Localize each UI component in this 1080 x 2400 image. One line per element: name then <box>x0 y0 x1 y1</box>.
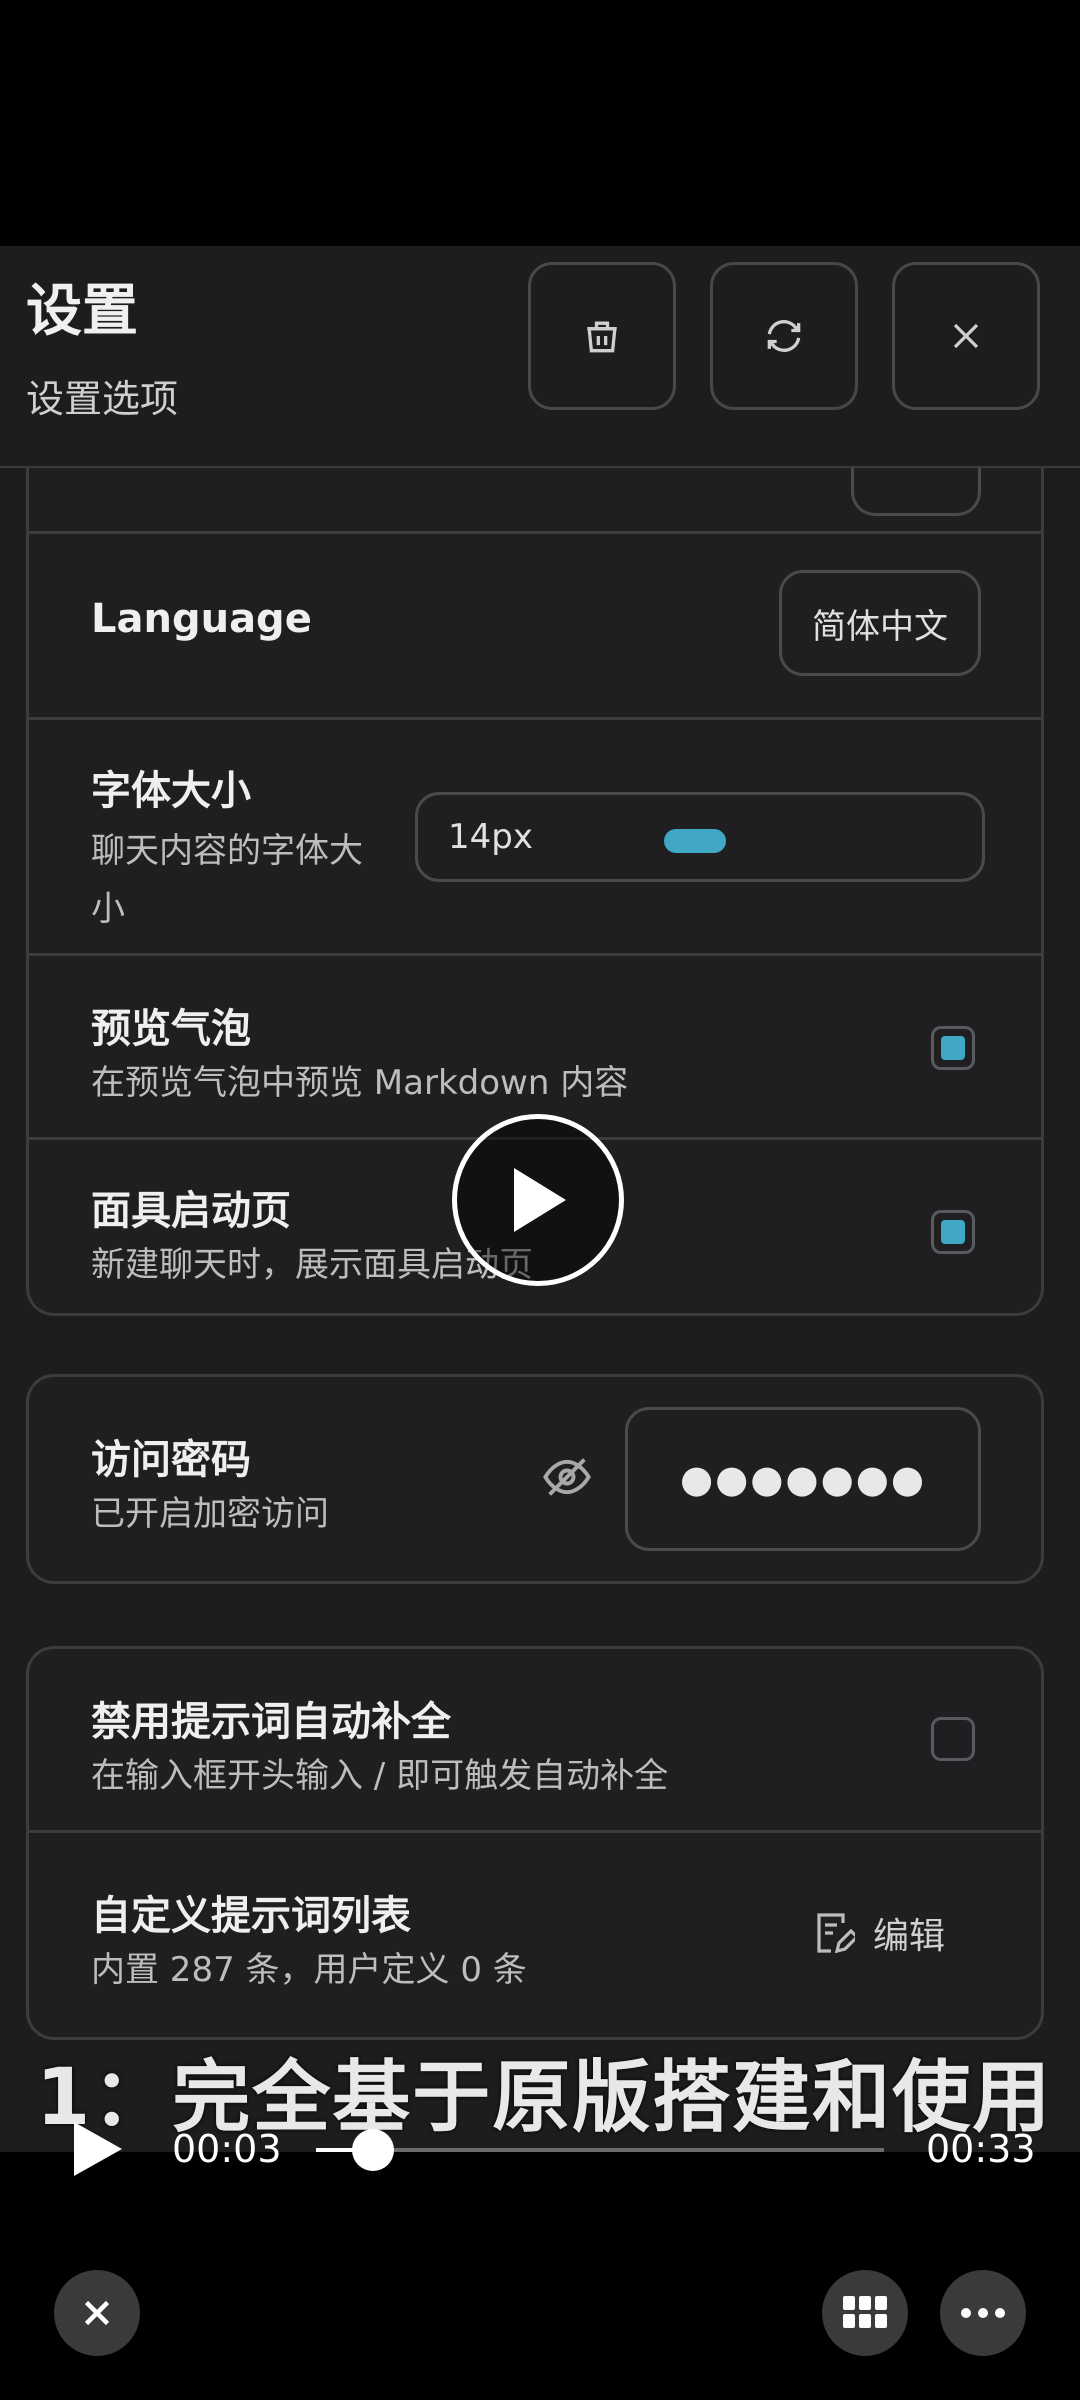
current-time: 00:03 <box>172 2127 282 2171</box>
close-icon <box>84 2300 110 2326</box>
page-subtitle: 设置选项 <box>26 377 179 421</box>
more-button[interactable] <box>940 2270 1026 2356</box>
edit-icon <box>817 1913 855 1954</box>
duration: 00:33 <box>926 2127 1036 2171</box>
more-icon <box>961 2308 1005 2318</box>
font-size-row: 字体大小 聊天内容的字体大小 14px <box>29 720 1041 956</box>
mask-launch-checkbox[interactable] <box>931 1210 975 1254</box>
play-pause-button[interactable] <box>70 2118 126 2180</box>
disable-autocomplete-subtitle: 在输入框开头输入 / 即可触发自动补全 <box>91 1756 669 1796</box>
mask-launch-title: 面具启动页 <box>91 1188 291 1234</box>
edit-prompts-button[interactable]: 编辑 <box>815 1907 945 1959</box>
disable-autocomplete-checkbox[interactable] <box>931 1717 975 1761</box>
exit-button[interactable] <box>54 2270 140 2356</box>
access-password-subtitle: 已开启加密访问 <box>91 1494 329 1534</box>
custom-prompts-subtitle: 内置 287 条，用户定义 0 条 <box>91 1950 527 1990</box>
font-size-slider[interactable]: 14px <box>415 792 985 882</box>
font-size-subtitle: 聊天内容的字体大小 <box>91 831 363 929</box>
custom-prompts-title: 自定义提示词列表 <box>91 1893 411 1939</box>
access-password-panel: 访问密码 已开启加密访问 ●●●●●●● <box>26 1374 1044 1584</box>
password-input[interactable]: ●●●●●●● <box>625 1407 981 1551</box>
language-select[interactable]: 简体中文 <box>779 570 981 676</box>
disable-autocomplete-title: 禁用提示词自动补全 <box>91 1699 451 1745</box>
preview-bubble-subtitle: 在预览气泡中预览 Markdown 内容 <box>91 1063 629 1103</box>
close-button[interactable] <box>892 262 1040 410</box>
preview-bubble-checkbox[interactable] <box>931 1026 975 1070</box>
access-password-row: 访问密码 已开启加密访问 ●●●●●●● <box>29 1377 1041 1581</box>
play-icon <box>514 1168 566 1232</box>
grid-button[interactable] <box>822 2270 908 2356</box>
close-icon <box>953 323 979 349</box>
disable-autocomplete-row: 禁用提示词自动补全 在输入框开头输入 / 即可触发自动补全 <box>29 1649 1041 1833</box>
font-size-title: 字体大小 <box>91 768 251 814</box>
font-size-value: 14px <box>448 817 533 857</box>
language-row: Language 简体中文 <box>29 534 1041 720</box>
language-label: Language <box>91 596 312 642</box>
grid-icon <box>843 2296 887 2328</box>
center-play-button[interactable] <box>452 1114 624 1286</box>
access-password-title: 访问密码 <box>91 1437 251 1483</box>
prompt-settings-panel: 禁用提示词自动补全 在输入框开头输入 / 即可触发自动补全 自定义提示词列表 内… <box>26 1646 1044 2040</box>
preview-bubble-title: 预览气泡 <box>91 1006 251 1052</box>
page-title: 设置 <box>26 279 138 344</box>
eye-off-icon[interactable] <box>541 1455 593 1499</box>
clear-button[interactable] <box>528 262 676 410</box>
custom-prompts-row: 自定义提示词列表 内置 287 条，用户定义 0 条 编辑 <box>29 1833 1041 2037</box>
progress-track[interactable] <box>316 2129 884 2171</box>
preview-bubble-row: 预览气泡 在预览气泡中预览 Markdown 内容 <box>29 956 1041 1140</box>
refresh-icon <box>767 320 801 352</box>
settings-header: 设置 设置选项 <box>0 246 1080 468</box>
edit-label: 编辑 <box>872 1916 945 1957</box>
trash-icon <box>587 321 617 353</box>
reset-button[interactable] <box>710 262 858 410</box>
progress-knob[interactable] <box>351 2129 394 2171</box>
slider-thumb[interactable] <box>664 829 726 853</box>
